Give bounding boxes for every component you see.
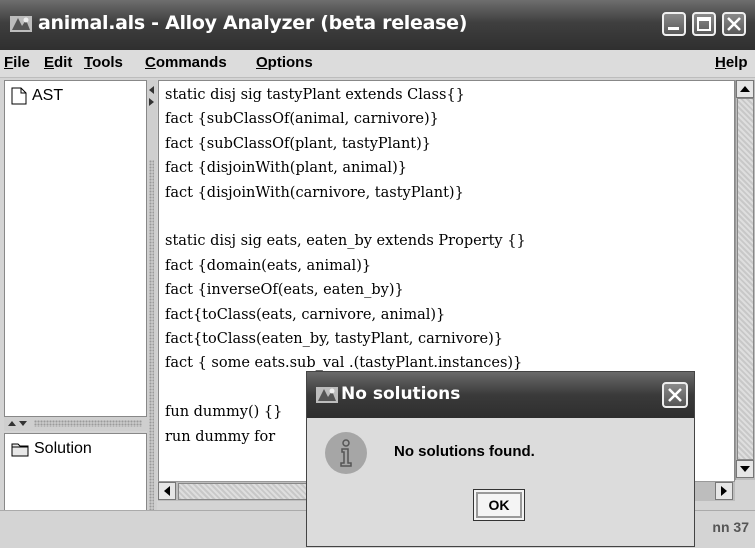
alloy-app-icon — [10, 16, 32, 32]
menu-edit[interactable]: Edit — [44, 54, 72, 71]
arrow-left-icon — [164, 486, 170, 496]
ok-button[interactable]: OK — [473, 489, 525, 521]
dialog-title-bar[interactable]: No solutions — [307, 372, 694, 418]
menu-commands[interactable]: Commands — [145, 54, 227, 71]
code-line[interactable]: fact {subClassOf(animal, carnivore)} — [165, 107, 526, 131]
scroll-left-button[interactable] — [158, 482, 176, 500]
info-icon — [325, 432, 367, 474]
arrow-right-icon — [721, 486, 727, 496]
scroll-up-button[interactable] — [736, 80, 754, 98]
close-icon — [727, 17, 741, 31]
code-line[interactable]: static disj sig tastyPlant extends Class… — [165, 83, 526, 107]
minimize-button[interactable] — [662, 12, 686, 36]
code-line[interactable]: fact{toClass(eaten_by, tastyPlant, carni… — [165, 327, 526, 351]
close-icon — [668, 388, 682, 402]
code-line[interactable] — [165, 205, 526, 229]
tree-item-solution-label: Solution — [34, 440, 92, 457]
title-bar[interactable]: animal.als - Alloy Analyzer (beta releas… — [0, 0, 755, 50]
horizontal-splitter[interactable] — [4, 417, 147, 431]
status-position: nn 37 — [712, 519, 749, 535]
code-line[interactable]: static disj sig eats, eaten_by extends P… — [165, 229, 526, 253]
code-line[interactable]: fact {inverseOf(eats, eaten_by)} — [165, 278, 526, 302]
menu-tools[interactable]: Tools — [84, 54, 123, 71]
minimize-icon — [668, 27, 679, 30]
dialog-close-button[interactable] — [662, 382, 688, 408]
menu-bar: File Edit Tools Commands Options Help — [0, 50, 755, 78]
dialog-title: No solutions — [341, 384, 461, 404]
document-icon — [11, 87, 27, 105]
vertical-splitter[interactable] — [147, 80, 157, 520]
folder-icon — [11, 443, 29, 456]
code-line[interactable]: fact {subClassOf(plant, tastyPlant)} — [165, 132, 526, 156]
menu-options[interactable]: Options — [256, 54, 313, 71]
tree-item-ast[interactable]: AST — [11, 87, 63, 105]
code-line[interactable]: fact{toClass(eats, carnivore, animal)} — [165, 303, 526, 327]
scroll-down-button[interactable] — [736, 460, 754, 478]
menu-help[interactable]: Help — [715, 54, 748, 71]
dialog-message: No solutions found. — [394, 443, 535, 460]
splitter-collapse-arrows-icon — [149, 86, 154, 106]
vertical-scroll-thumb[interactable] — [737, 98, 754, 460]
main-window: animal.als - Alloy Analyzer (beta releas… — [0, 0, 755, 548]
splitter-grip — [34, 420, 142, 427]
alloy-app-icon — [316, 387, 338, 403]
no-solutions-dialog[interactable]: No solutions No solutions found. OK — [306, 371, 695, 547]
maximize-icon — [697, 17, 711, 31]
menu-file[interactable]: File — [4, 54, 30, 71]
code-line[interactable]: fact {domain(eats, animal)} — [165, 254, 526, 278]
window-title: animal.als - Alloy Analyzer (beta releas… — [38, 12, 468, 34]
arrow-down-icon — [740, 466, 750, 472]
maximize-button[interactable] — [692, 12, 716, 36]
tree-item-ast-label: AST — [32, 87, 64, 104]
scroll-right-button[interactable] — [715, 482, 733, 500]
tree-item-solution[interactable]: Solution — [11, 440, 92, 458]
splitter-grip — [149, 160, 154, 520]
vertical-scrollbar[interactable] — [735, 80, 755, 480]
arrow-up-icon — [740, 86, 750, 92]
code-line[interactable]: fact {disjoinWith(plant, animal)} — [165, 156, 526, 180]
solution-tree-panel[interactable]: Solution — [4, 433, 147, 512]
ast-tree-panel[interactable]: AST — [4, 80, 147, 417]
close-button[interactable] — [722, 12, 746, 36]
code-line[interactable]: fact {disjoinWith(carnivore, tastyPlant)… — [165, 181, 526, 205]
splitter-arrows-icon — [8, 421, 27, 426]
